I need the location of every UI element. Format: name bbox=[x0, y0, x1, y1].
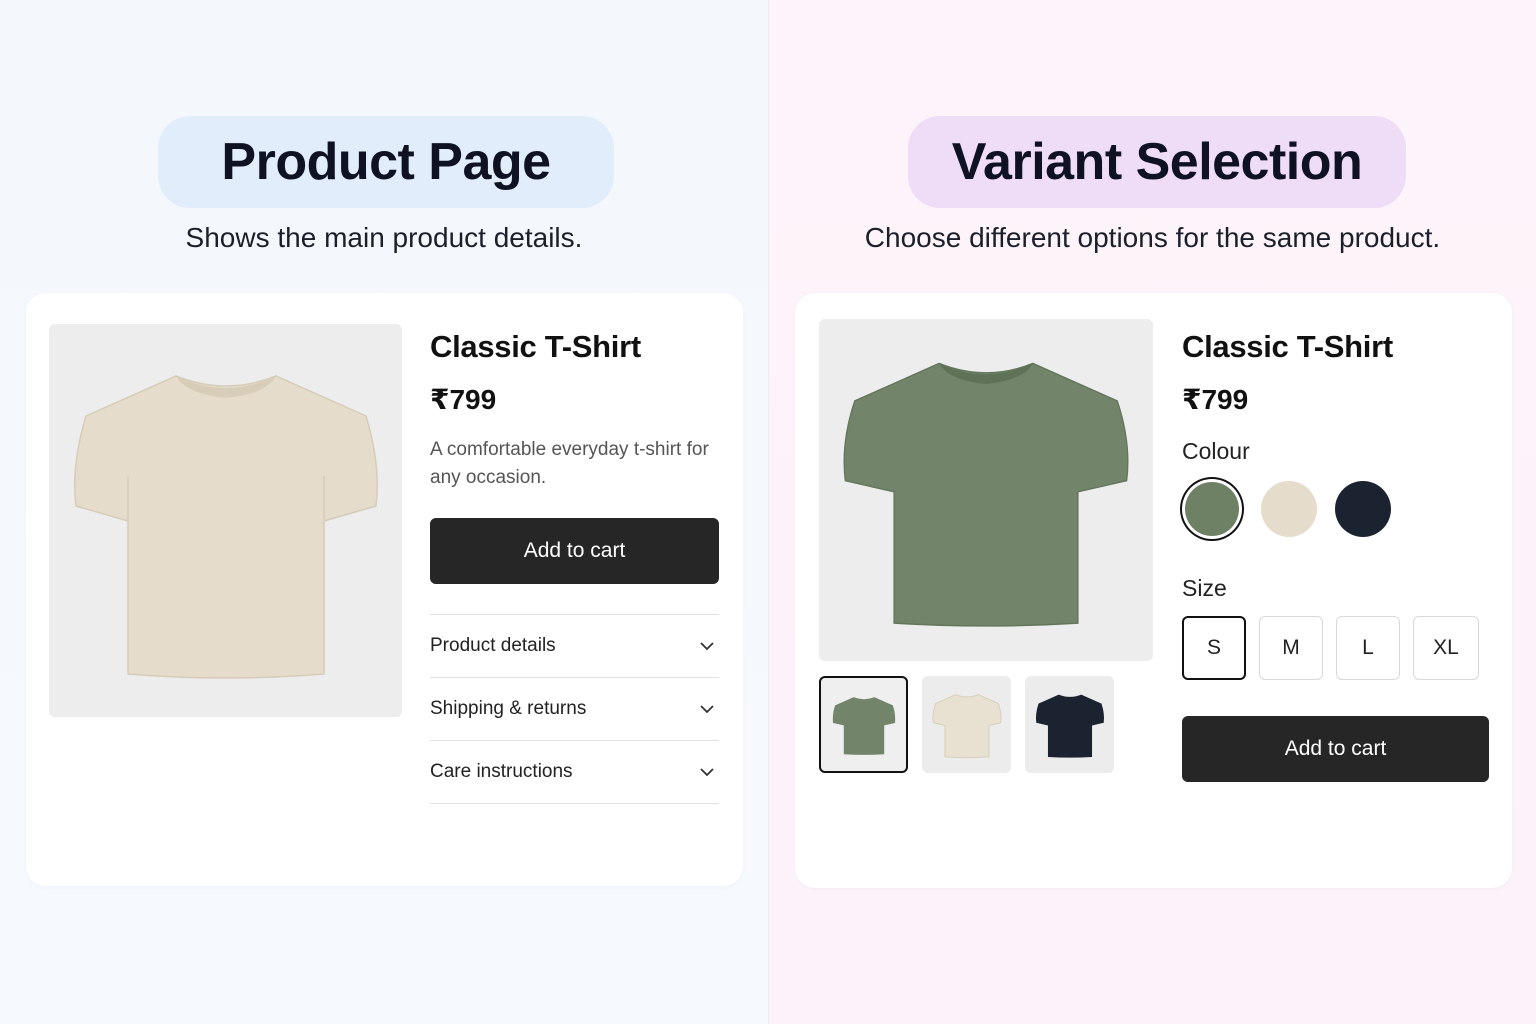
accordion-care-instructions[interactable]: Care instructions bbox=[430, 741, 719, 804]
product-title: Classic T-Shirt bbox=[1182, 329, 1393, 364]
add-to-cart-button[interactable]: Add to cart bbox=[1182, 716, 1489, 782]
variant-selection-heading-pill: Variant Selection bbox=[908, 116, 1406, 208]
thumbnail-navy[interactable] bbox=[1025, 676, 1114, 773]
chevron-down-icon bbox=[700, 705, 714, 714]
colour-swatch-navy[interactable] bbox=[1335, 481, 1391, 537]
product-card: Classic T-Shirt ₹799 A comfortable every… bbox=[26, 293, 743, 886]
size-options: S M L XL bbox=[1182, 616, 1490, 680]
tshirt-thumb-icon bbox=[832, 696, 895, 755]
product-page-subtitle: Shows the main product details. bbox=[185, 222, 583, 253]
product-page-panel: Product Page Shows the main product deta… bbox=[0, 0, 768, 1024]
product-title: Classic T-Shirt bbox=[430, 329, 641, 364]
colour-swatch-beige[interactable] bbox=[1261, 481, 1317, 537]
colour-swatches bbox=[1182, 481, 1490, 537]
accordion-label: Care instructions bbox=[430, 761, 573, 782]
product-info: Classic T-Shirt ₹799 A comfortable every… bbox=[430, 329, 720, 804]
tshirt-image-green bbox=[843, 362, 1129, 627]
product-price: ₹799 bbox=[430, 384, 497, 415]
tshirt-thumb-icon bbox=[932, 693, 1001, 758]
product-page-heading-pill: Product Page bbox=[158, 116, 614, 208]
tshirt-image-beige bbox=[73, 374, 378, 679]
thumbnail-beige[interactable] bbox=[922, 676, 1011, 773]
product-description: A comfortable everyday t-shirt for any o… bbox=[430, 439, 709, 488]
accordion-label: Shipping & returns bbox=[430, 698, 587, 719]
accordion-product-details[interactable]: Product details bbox=[430, 615, 719, 678]
product-image bbox=[819, 319, 1153, 661]
size-option-s[interactable]: S bbox=[1182, 616, 1246, 680]
variant-product-card: Classic T-Shirt ₹799 Colour Size S M L X… bbox=[795, 293, 1512, 888]
thumbnail-green[interactable] bbox=[819, 676, 908, 773]
product-image bbox=[49, 324, 402, 717]
variant-product-info: Classic T-Shirt ₹799 Colour Size S M L X… bbox=[1182, 329, 1490, 680]
size-option-l[interactable]: L bbox=[1336, 616, 1400, 680]
accordion-label: Product details bbox=[430, 635, 556, 656]
colour-label: Colour bbox=[1182, 438, 1250, 464]
variant-selection-panel: Variant Selection Choose different optio… bbox=[768, 0, 1536, 1024]
variant-selection-heading: Variant Selection bbox=[951, 133, 1363, 191]
tshirt-thumb-icon bbox=[1035, 694, 1104, 758]
add-to-cart-button[interactable]: Add to cart bbox=[430, 518, 719, 584]
size-label: Size bbox=[1182, 575, 1227, 601]
product-accordion: Product details Shipping & returns Care … bbox=[430, 614, 719, 804]
accordion-shipping-returns[interactable]: Shipping & returns bbox=[430, 678, 719, 741]
colour-swatch-green[interactable] bbox=[1185, 482, 1239, 536]
thumbnail-strip bbox=[819, 676, 1114, 773]
product-price: ₹799 bbox=[1182, 384, 1249, 415]
size-option-xl[interactable]: XL bbox=[1413, 616, 1479, 680]
variant-selection-subtitle: Choose different options for the same pr… bbox=[864, 222, 1441, 253]
size-option-m[interactable]: M bbox=[1259, 616, 1323, 680]
chevron-down-icon bbox=[700, 642, 714, 651]
product-page-heading: Product Page bbox=[221, 133, 551, 191]
chevron-down-icon bbox=[700, 768, 714, 777]
